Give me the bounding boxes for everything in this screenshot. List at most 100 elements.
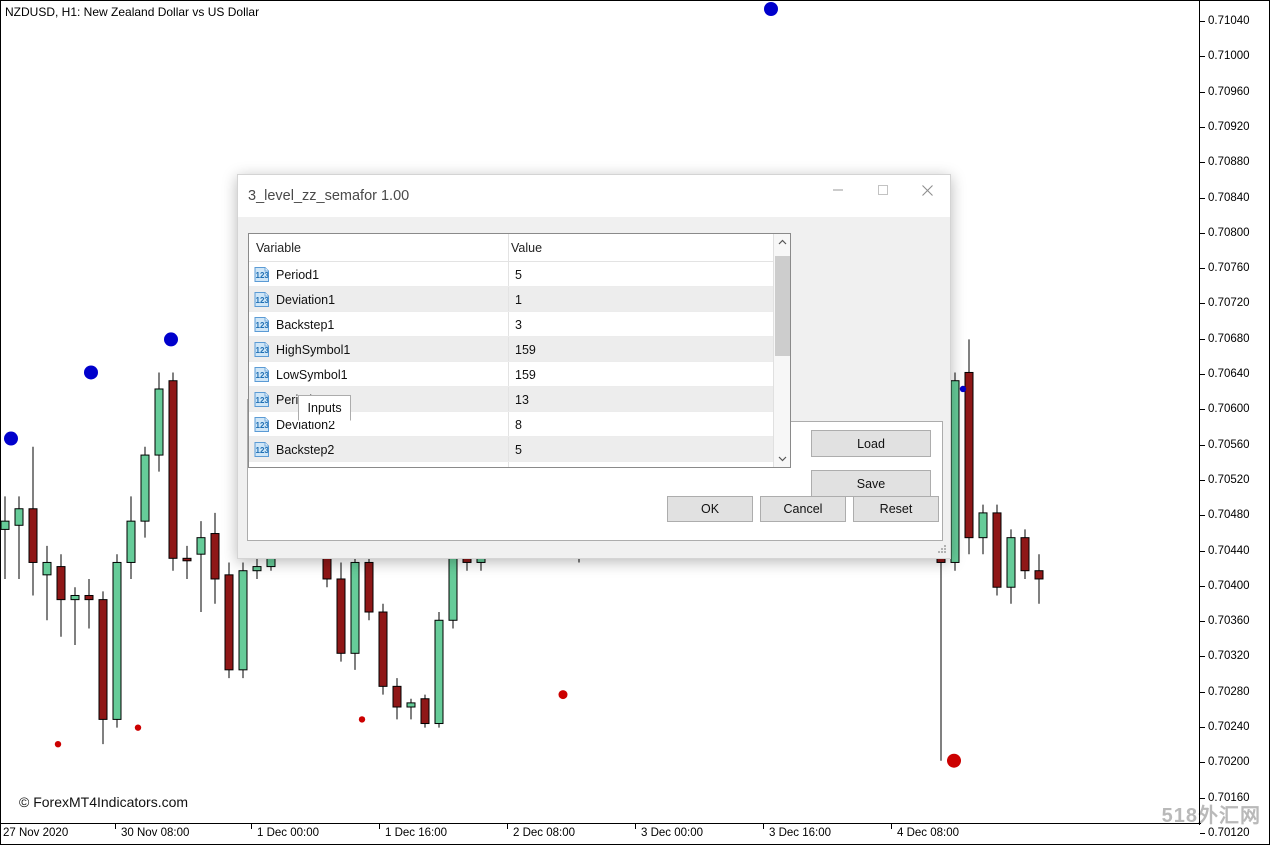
price-tick — [1200, 656, 1205, 658]
candlestick — [14, 496, 24, 579]
time-tick — [251, 824, 252, 829]
variable-value[interactable]: 13 — [515, 387, 529, 412]
table-row[interactable]: 123 Period1 5 — [249, 262, 790, 287]
variable-value[interactable]: 159 — [515, 362, 536, 387]
table-row[interactable]: 123 Deviation1 1 — [249, 287, 790, 312]
column-header-value[interactable]: Value — [511, 234, 542, 261]
number-variable-icon: 123 — [254, 342, 270, 357]
minimize-icon[interactable] — [815, 175, 860, 205]
semafor-high-dot — [164, 332, 178, 347]
price-tick-label: 0.70640 — [1208, 368, 1250, 380]
price-tick-label: 0.71040 — [1208, 15, 1250, 27]
row-column-divider — [508, 437, 509, 461]
variable-value[interactable]: 3 — [515, 312, 522, 337]
candlestick — [112, 554, 122, 728]
candlestick — [98, 591, 108, 745]
maximize-icon[interactable] — [860, 175, 905, 205]
variable-name: HighSymbol1 — [276, 342, 351, 357]
dialog-titlebar[interactable]: 3_level_zz_semafor 1.00 — [238, 175, 950, 217]
price-tick-label: 0.70840 — [1208, 191, 1250, 204]
cancel-button[interactable]: Cancel — [760, 496, 846, 522]
row-column-divider — [508, 387, 509, 411]
variable-value[interactable]: 5 — [515, 437, 522, 462]
price-tick — [1200, 21, 1205, 22]
reset-button[interactable]: Reset — [853, 496, 939, 522]
time-axis[interactable]: 27 Nov 2020 30 Nov 08:00 1 Dec 00:00 1 Dec … — [1, 823, 1201, 844]
time-tick-label: 30 Nov 08:00 — [121, 827, 190, 839]
price-tick — [1200, 56, 1205, 58]
price-tick — [1200, 409, 1205, 411]
price-tick-label: 0.70240 — [1208, 721, 1250, 733]
variable-value[interactable]: 159 — [515, 337, 536, 362]
variable-value[interactable]: 163 — [515, 462, 536, 467]
price-tick-label: 0.70720 — [1208, 297, 1250, 310]
semafor-high-dot — [84, 365, 98, 380]
number-variable-icon: 123 — [254, 292, 270, 307]
price-tick-label: 0.70200 — [1208, 756, 1250, 769]
candlestick — [126, 496, 136, 579]
variable-name: Backstep1 — [276, 317, 335, 332]
variable-value[interactable]: 8 — [515, 412, 522, 437]
table-row[interactable]: 123 Backstep2 5 — [249, 437, 790, 462]
price-tick — [1200, 162, 1205, 164]
time-tick — [379, 824, 380, 829]
variable-name: LowSymbol1 — [276, 367, 348, 382]
candlestick — [1034, 554, 1044, 604]
candlestick — [378, 603, 388, 695]
svg-text:123: 123 — [256, 446, 270, 455]
column-header-variable[interactable]: Variable — [256, 234, 301, 261]
price-tick-label: 0.70280 — [1208, 685, 1250, 698]
time-tick — [507, 824, 508, 829]
price-tick-label: 0.70160 — [1208, 791, 1250, 804]
price-tick-label: 0.71000 — [1208, 50, 1250, 63]
svg-text:123: 123 — [256, 346, 270, 355]
price-tick-label: 0.70920 — [1208, 120, 1250, 133]
price-tick — [1200, 797, 1205, 799]
table-row[interactable]: 123 LowSymbol1 159 — [249, 362, 790, 387]
price-tick-label: 0.70880 — [1208, 156, 1250, 169]
variable-value[interactable]: 1 — [515, 287, 522, 312]
time-tick-label: 1 Dec 00:00 — [257, 827, 320, 839]
header-column-divider — [508, 234, 509, 261]
scroll-up-icon[interactable] — [774, 234, 790, 251]
svg-text:123: 123 — [256, 421, 270, 430]
scroll-down-icon[interactable] — [774, 450, 790, 467]
row-column-divider — [508, 362, 509, 386]
semafor-low-dot — [134, 724, 142, 731]
price-tick-label: 0.70480 — [1208, 509, 1250, 522]
close-icon[interactable] — [905, 175, 950, 205]
load-button[interactable]: Load — [811, 430, 931, 457]
table-header-row: Variable Value — [249, 234, 790, 262]
price-tick — [1200, 232, 1205, 234]
number-variable-icon: 123 — [254, 467, 270, 468]
table-row[interactable]: 123 Backstep1 3 — [249, 312, 790, 337]
price-tick-label: 0.70800 — [1208, 226, 1250, 239]
variable-name: HighSymbol2 — [276, 462, 350, 467]
price-tick — [1200, 91, 1205, 93]
save-button[interactable]: Save — [811, 470, 931, 497]
candlestick — [420, 694, 430, 728]
time-tick-label: 3 Dec 00:00 — [641, 827, 704, 839]
variable-value[interactable]: 5 — [515, 262, 522, 287]
time-tick — [635, 824, 636, 829]
semafor-high-dot — [764, 2, 778, 16]
ok-button[interactable]: OK — [667, 496, 753, 522]
table-row[interactable]: 123 HighSymbol2 163 — [249, 462, 790, 468]
semafor-low-dot — [358, 716, 366, 723]
candlestick — [238, 562, 248, 679]
price-axis[interactable]: 0.71040 0.71000 0.70960 0.70920 0.70880 0.708… — [1199, 1, 1269, 839]
table-row[interactable]: 123 HighSymbol1 159 — [249, 337, 790, 362]
table-scrollbar[interactable] — [773, 234, 790, 467]
candlestick — [56, 554, 66, 637]
resize-grip[interactable] — [937, 545, 947, 555]
inputs-table[interactable]: Variable Value 123 Period1 5 123 Deviation1 1… — [248, 233, 791, 468]
time-tick-label: 2 Dec 08:00 — [513, 827, 576, 839]
indicator-properties-dialog[interactable]: 3_level_zz_semafor 1.00 CommonInputsColo… — [237, 174, 951, 559]
number-variable-icon: 123 — [254, 317, 270, 332]
price-tick-label: 0.70440 — [1208, 544, 1250, 557]
scrollbar-thumb[interactable] — [775, 256, 790, 356]
tab-inputs[interactable]: Inputs — [298, 395, 351, 421]
price-tick-label: 0.70120 — [1208, 826, 1250, 839]
price-tick — [1200, 126, 1205, 128]
candlestick — [978, 504, 988, 555]
